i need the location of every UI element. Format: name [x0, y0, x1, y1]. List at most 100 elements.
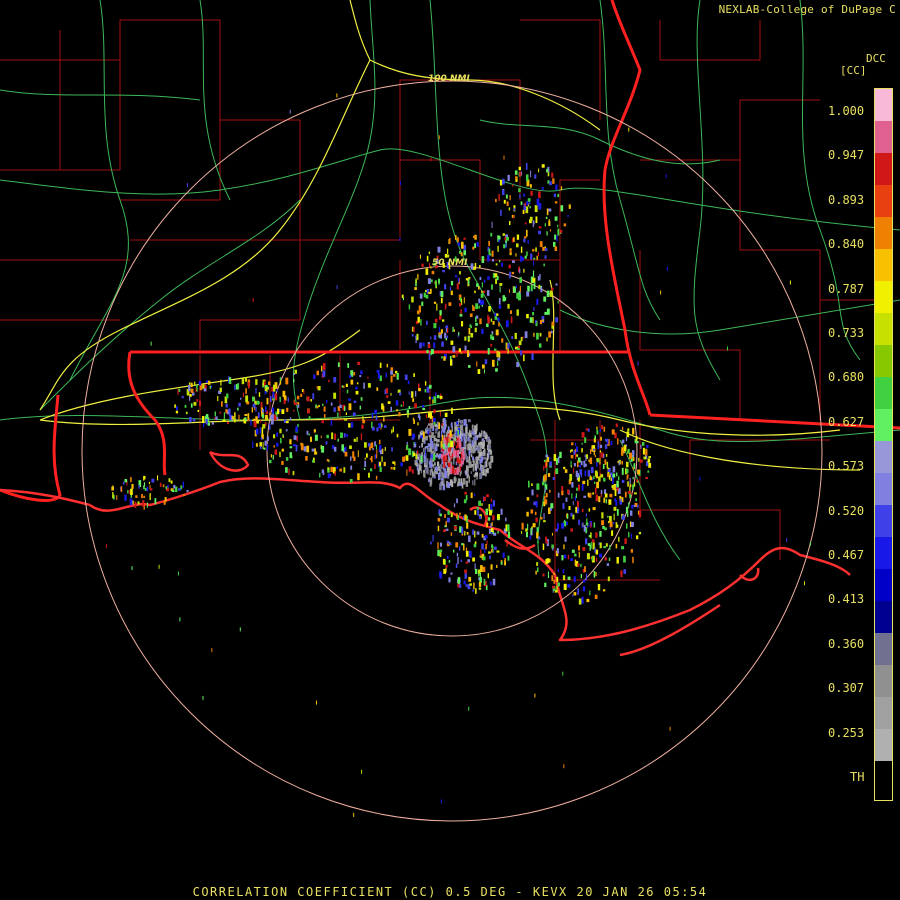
- radar-pixel: [436, 421, 439, 426]
- radar-pixel: [473, 235, 476, 238]
- radar-pixel: [260, 446, 262, 450]
- radar-pixel: [402, 456, 405, 462]
- radar-pixel: [578, 545, 581, 551]
- radar-pixel: [585, 573, 588, 581]
- radar-pixel: [281, 460, 284, 465]
- radar-pixel: [225, 409, 228, 414]
- radar-pixel: [402, 401, 404, 407]
- radar-pixel: [438, 518, 441, 522]
- radar-pixel: [539, 332, 542, 337]
- radar-pixel: [645, 449, 648, 456]
- radar-pixel: [379, 439, 381, 445]
- radar-pixel: [544, 582, 547, 588]
- radar-pixel: [529, 216, 533, 221]
- radar-pixel: [572, 594, 574, 597]
- radar-pixel: [573, 592, 577, 596]
- radar-pixel: [464, 514, 467, 521]
- radar-pixel: [497, 361, 499, 366]
- radar-pixel: [445, 567, 447, 573]
- radar-pixel: [437, 461, 440, 467]
- scale-swatch: [875, 89, 892, 121]
- radar-pixel: [219, 411, 222, 414]
- radar-pixel: [207, 422, 210, 426]
- radar-pixel: [503, 199, 506, 204]
- radar-pixel: [205, 380, 209, 383]
- radar-pixel: [571, 482, 574, 488]
- radar-pixel: [318, 404, 320, 407]
- radar-pixel: [544, 248, 548, 252]
- radar-pixel: [576, 500, 579, 508]
- radar-pixel: [413, 419, 415, 424]
- radar-pixel: [451, 453, 453, 457]
- radar-pixel: [350, 456, 352, 461]
- radar-pixel: [632, 467, 634, 470]
- radar-pixel: [476, 435, 479, 438]
- radar-pixel: [535, 216, 538, 223]
- radar-pixel: [426, 320, 428, 325]
- radar-pixel: [596, 461, 598, 467]
- radar-pixel: [606, 461, 609, 469]
- radar-pixel: [399, 237, 401, 242]
- radar-pixel: [594, 470, 598, 477]
- radar-pixel: [487, 573, 489, 579]
- radar-pixel: [464, 336, 467, 341]
- radar-pixel: [384, 447, 386, 451]
- radar-pixel: [490, 498, 492, 502]
- radar-pixel: [294, 402, 297, 405]
- radar-pixel: [468, 459, 471, 465]
- radar-pixel: [486, 453, 489, 460]
- radar-pixel: [521, 522, 524, 530]
- radar-pixel: [322, 370, 326, 377]
- radar-pixel: [423, 472, 426, 478]
- radar-pixel: [292, 444, 296, 447]
- radar-pixel: [421, 301, 424, 307]
- radar-pixel: [564, 536, 567, 542]
- radar-pixel: [433, 335, 437, 340]
- radar-pixel: [523, 193, 525, 197]
- radar-pixel: [285, 377, 289, 385]
- radar-pixel: [286, 407, 289, 412]
- radar-pixel: [490, 503, 493, 510]
- radar-pixel: [447, 467, 450, 473]
- radar-pixel: [390, 370, 393, 375]
- radar-pixel: [468, 365, 471, 368]
- radar-pixel: [607, 469, 611, 472]
- radar-pixel: [543, 465, 545, 471]
- radar-pixel: [379, 445, 382, 451]
- radar-pixel: [527, 239, 529, 244]
- radar-pixel: [482, 442, 485, 449]
- radar-pixel: [498, 239, 500, 243]
- radar-pixel: [508, 207, 511, 211]
- radar-pixel: [554, 216, 558, 221]
- radar-pixel: [294, 369, 297, 374]
- radar-pixel: [534, 205, 538, 213]
- radar-pixel: [411, 391, 414, 398]
- radar-pixel: [215, 416, 218, 421]
- radar-pixel: [636, 479, 638, 482]
- radar-pixel: [475, 588, 477, 594]
- radar-pixel: [439, 549, 443, 553]
- radar-pixel: [479, 451, 482, 457]
- radar-pixel: [457, 242, 461, 246]
- radar-pixel: [486, 540, 488, 545]
- radar-pixel: [468, 535, 471, 543]
- radar-pixel: [274, 449, 278, 455]
- radar-pixel: [536, 198, 540, 206]
- radar-pixel: [611, 485, 615, 488]
- radar-pixel: [479, 276, 482, 281]
- radar-pixel: [452, 326, 454, 332]
- radar-pixel: [543, 513, 545, 520]
- radar-pixel: [557, 456, 560, 464]
- radar-pixel: [581, 432, 585, 438]
- radar-pixel: [487, 254, 490, 262]
- radar-pixel: [455, 563, 458, 568]
- radar-pixel: [337, 412, 339, 417]
- radar-pixel: [178, 488, 181, 491]
- radar-pixel: [641, 442, 645, 446]
- radar-pixel: [391, 429, 393, 434]
- radar-pixel: [445, 564, 448, 568]
- radar-pixel: [580, 574, 582, 579]
- radar-pixel: [232, 416, 235, 420]
- radar-pixel: [266, 436, 269, 441]
- radar-pixel: [348, 375, 352, 378]
